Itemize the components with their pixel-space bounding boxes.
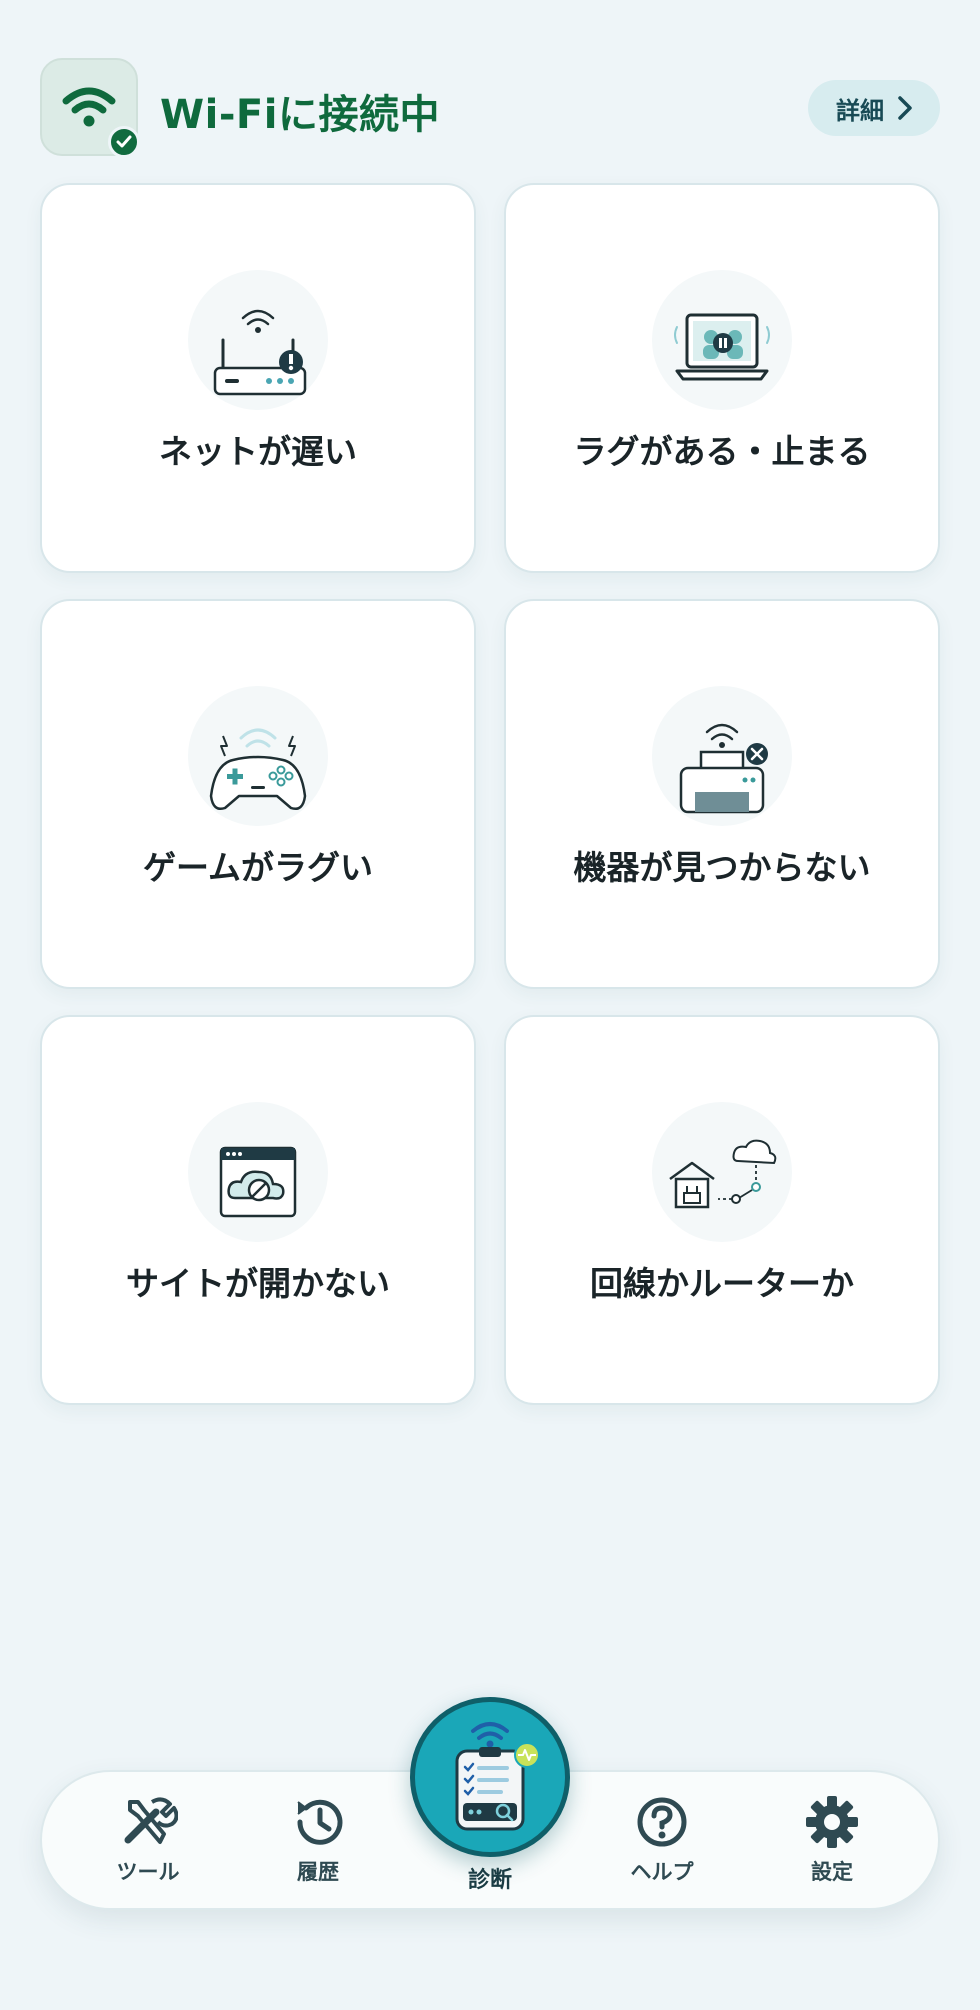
details-button-label: 詳細 (836, 96, 884, 125)
card-lag-freeze[interactable]: ラグがある・止まる (504, 183, 940, 573)
card-label: サイトが開かない (126, 1264, 390, 1303)
browser-blocked-icon (163, 1102, 353, 1257)
gamepad-icon (163, 686, 353, 841)
card-label: ゲームがラグい (142, 848, 373, 887)
card-game-lag[interactable]: ゲームがラグい (40, 599, 476, 989)
card-device-not-found[interactable]: 機器が見つからない (504, 599, 940, 989)
card-label: ラグがある・止まる (573, 432, 871, 471)
card-label: 機器が見つからない (573, 848, 871, 887)
details-button[interactable]: 詳細 (808, 80, 940, 136)
printer-error-icon (627, 686, 817, 841)
nav-label-history: 履歴 (297, 1860, 339, 1884)
diagnose-button[interactable] (410, 1697, 570, 1857)
card-label: ネットが遅い (159, 432, 357, 471)
nav-label-tools: ツール (116, 1860, 180, 1884)
nav-label-settings: 設定 (811, 1860, 853, 1884)
wifi-icon (62, 87, 116, 127)
gear-icon (806, 1796, 858, 1848)
nav-item-history[interactable]: 履歴 (258, 1794, 378, 1894)
diagnostic-device-icon (455, 1722, 540, 1831)
card-slow-internet[interactable]: ネットが遅い (40, 183, 476, 573)
home-router-cloud-icon (627, 1102, 817, 1257)
nav-item-tools[interactable]: ツール (88, 1794, 208, 1894)
nav-label-diagnose: 診断 (467, 1868, 512, 1893)
card-label: 回線かルーターか (590, 1264, 854, 1303)
check-icon (108, 126, 140, 158)
history-icon (297, 1799, 343, 1845)
card-line-or-router[interactable]: 回線かルーターか (504, 1015, 940, 1405)
nav-item-help[interactable]: ヘルプ (602, 1794, 722, 1894)
help-icon (637, 1797, 687, 1847)
status-header: Wi-Fiに接続中 詳細 (40, 58, 940, 158)
router-warning-icon (163, 270, 353, 425)
nav-item-settings[interactable]: 設定 (772, 1794, 892, 1894)
chevron-right-icon (898, 96, 912, 120)
wifi-status-badge (40, 58, 140, 158)
nav-label-help: ヘルプ (630, 1860, 694, 1884)
connection-status-text: Wi-Fiに接続中 (160, 92, 440, 138)
card-site-not-opening[interactable]: サイトが開かない (40, 1015, 476, 1405)
laptop-pause-icon (627, 270, 817, 425)
tools-icon (124, 1797, 178, 1844)
